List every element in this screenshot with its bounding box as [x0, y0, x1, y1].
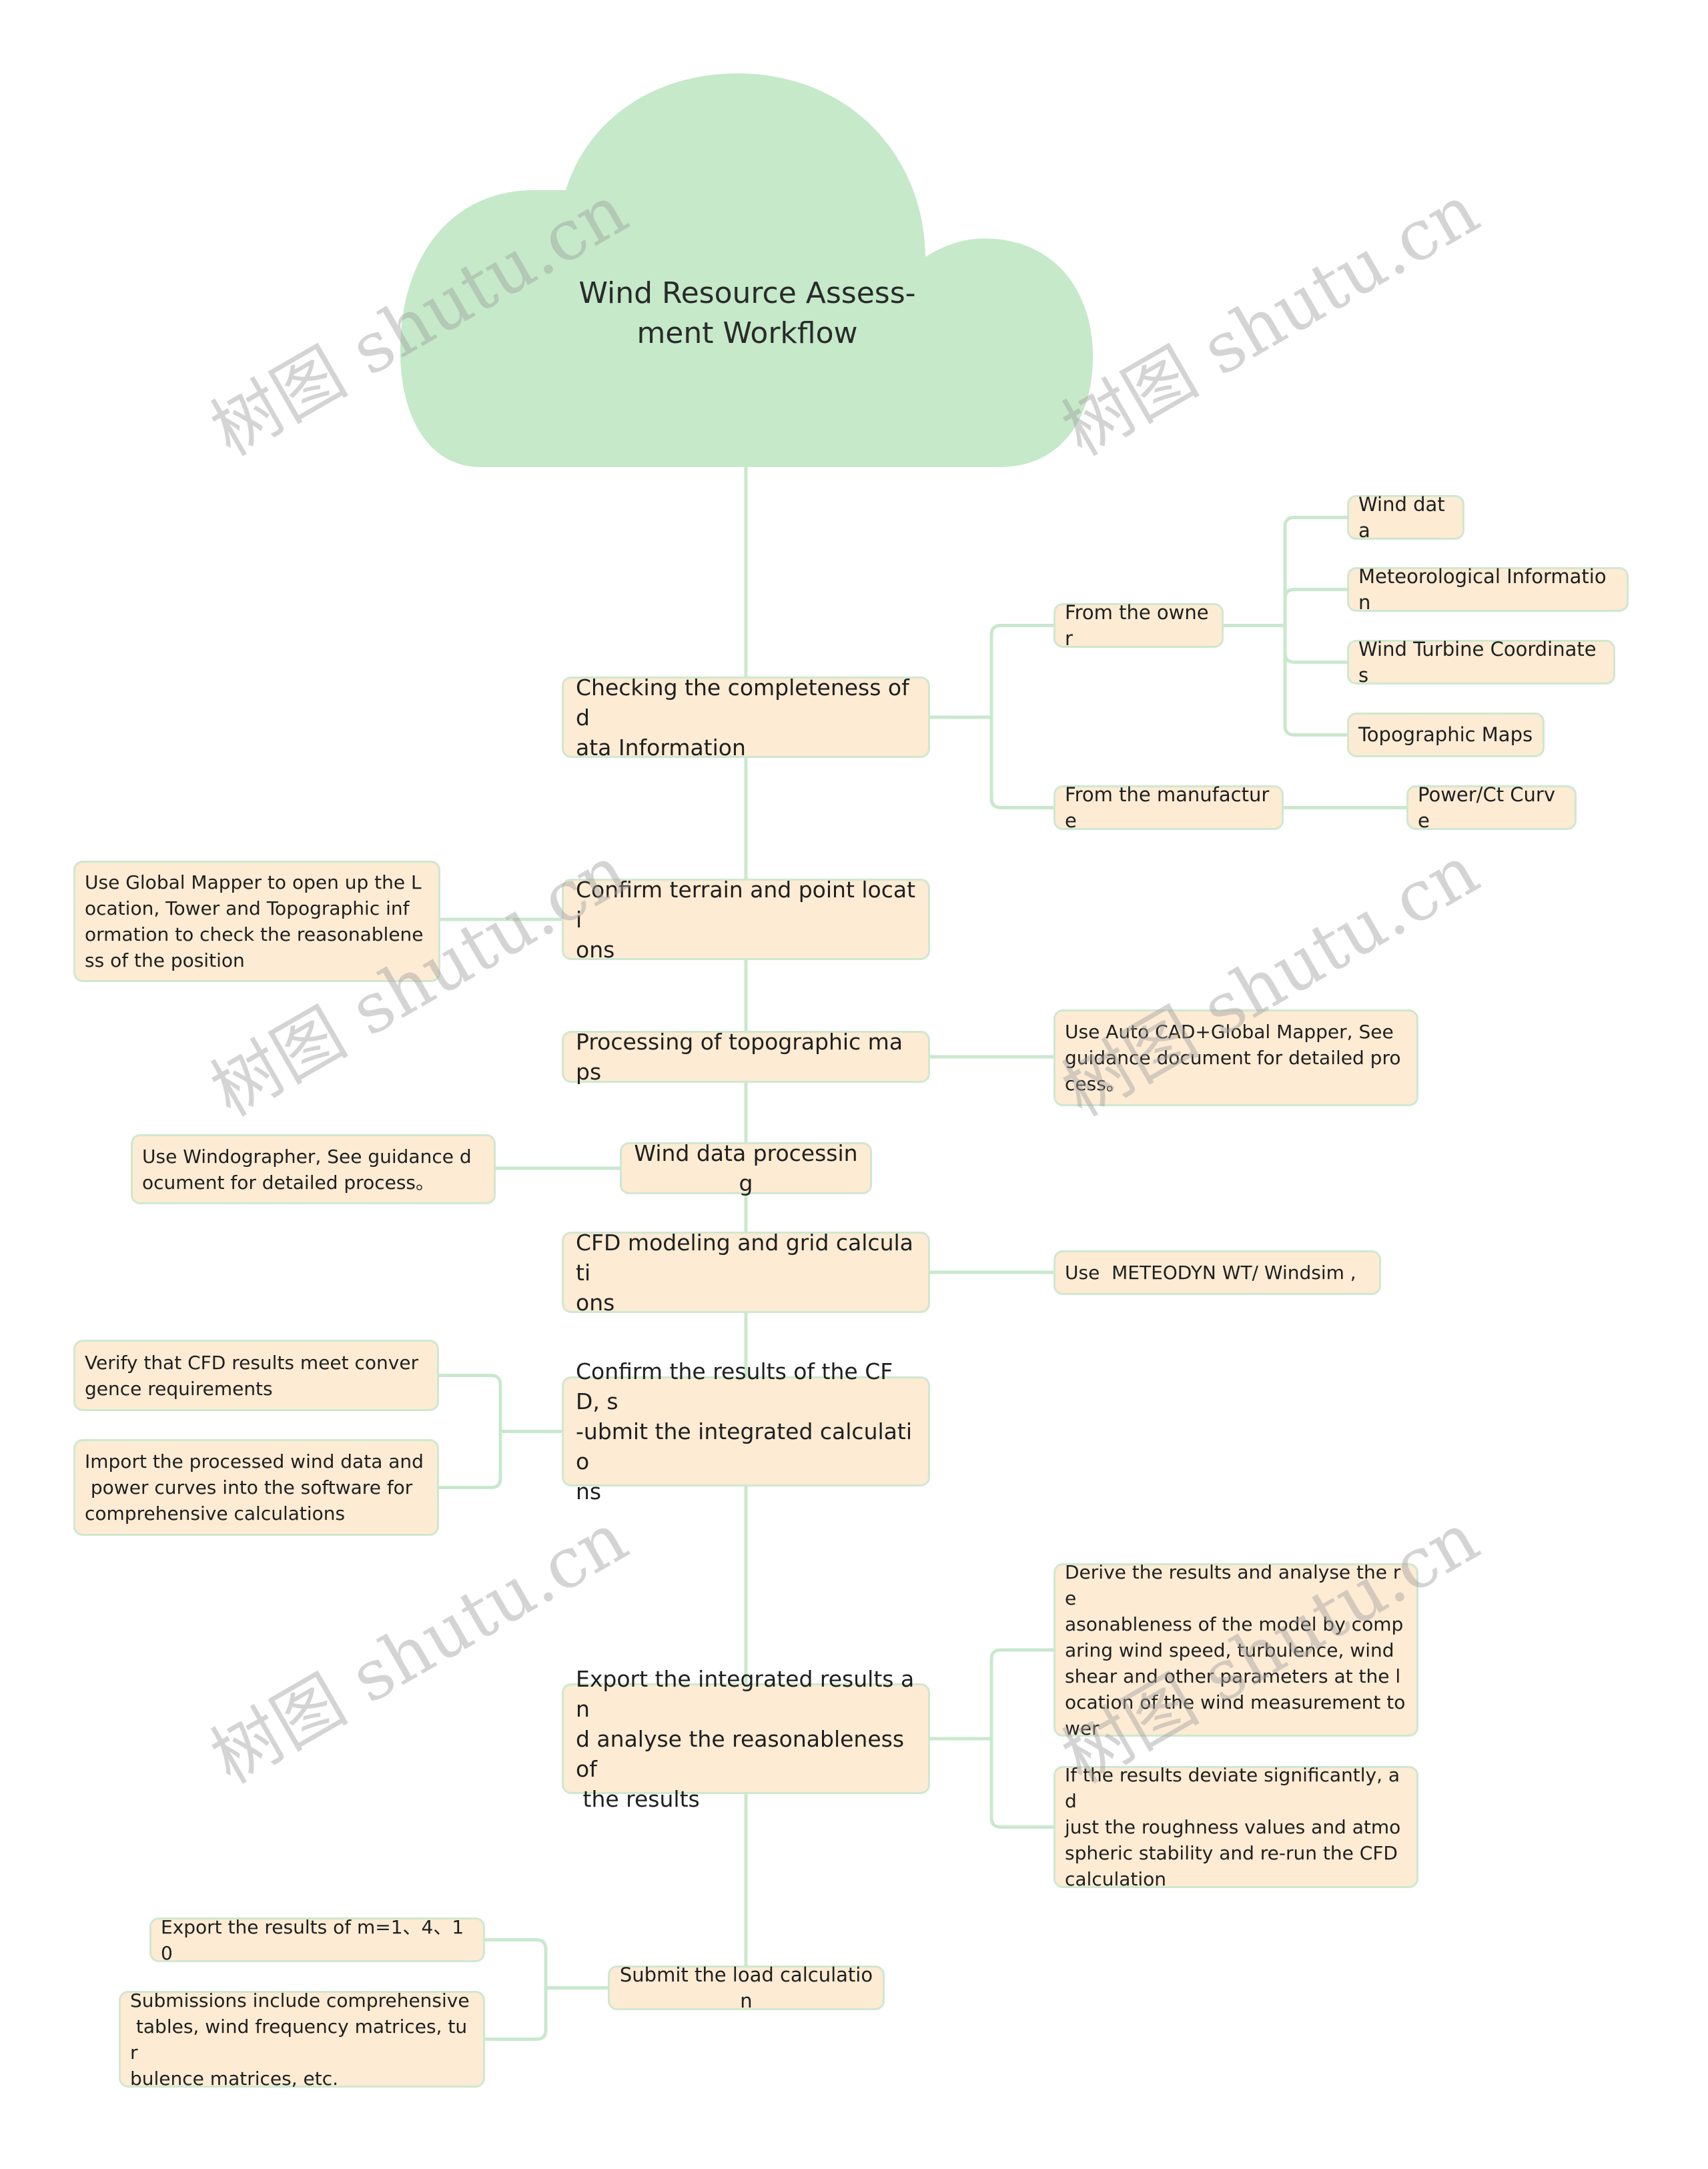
note-export-m-values[interactable]: Export the results of m=1、4、10: [149, 1916, 485, 1964]
step-processing-topo[interactable]: Processing of topographic maps: [562, 1029, 930, 1085]
leaf-topographic-maps[interactable]: Topographic Maps: [1347, 713, 1545, 757]
root-title: Wind Resource Assess- ment Workflow: [578, 276, 916, 350]
note-autocad-global-mapper[interactable]: Use Auto CAD+Global Mapper, See guidance…: [1053, 1009, 1418, 1106]
root-cloud: [400, 73, 1094, 467]
connector: [1283, 624, 1349, 664]
note-verify-convergence[interactable]: Verify that CFD results meet conver genc…: [73, 1340, 439, 1411]
step-submit-load[interactable]: Submit the load calculation: [608, 1964, 885, 2012]
note-global-mapper[interactable]: Use Global Mapper to open up the L ocati…: [73, 861, 440, 982]
step-wind-data-processing[interactable]: Wind data processing: [620, 1140, 872, 1196]
note-import-wind-data[interactable]: Import the processed wind data and power…: [73, 1439, 439, 1536]
note-submissions[interactable]: Submissions include comprehensive tables…: [119, 1990, 485, 2090]
branch-from-owner[interactable]: From the owner: [1053, 601, 1224, 650]
leaf-turbine-coordinates[interactable]: Wind Turbine Coordinates: [1347, 638, 1615, 687]
leaf-power-ct-curve[interactable]: Power/Ct Curve: [1406, 783, 1577, 832]
note-derive-results[interactable]: Derive the results and analyse the re as…: [1053, 1561, 1418, 1739]
connector: [989, 1648, 1055, 1741]
note-adjust-roughness[interactable]: If the results deviate significantly, ad…: [1053, 1764, 1418, 1890]
branch-from-manufacture[interactable]: From the manufacture: [1053, 783, 1284, 832]
connector: [437, 1374, 502, 1433]
leaf-wind-data[interactable]: Wind data: [1347, 493, 1464, 542]
connector: [1283, 588, 1349, 627]
step-checking-data[interactable]: Checking the completeness of d ata Infor…: [562, 675, 930, 761]
connector: [989, 1737, 1055, 1829]
step-confirm-terrain[interactable]: Confirm terrain and point locati ons: [562, 877, 930, 963]
connector: [483, 1986, 548, 2041]
step-cfd-modeling[interactable]: CFD modeling and grid calculati ons: [562, 1230, 930, 1316]
step-confirm-cfd[interactable]: Confirm the results of the CFD, s -ubmit…: [562, 1358, 930, 1504]
connector: [437, 1430, 502, 1489]
note-meteodyn-windsim[interactable]: Use METEODYN WT/ Windsim ,: [1053, 1250, 1381, 1295]
note-windographer[interactable]: Use Windographer, See guidance d ocument…: [131, 1134, 496, 1204]
connector: [989, 624, 1055, 719]
step-export-results[interactable]: Export the integrated results an d analy…: [562, 1666, 930, 1812]
connector: [483, 1938, 548, 1990]
connector: [989, 715, 1055, 809]
leaf-meteorological-info[interactable]: Meteorological Information: [1347, 565, 1629, 614]
connector: [1283, 516, 1349, 627]
connector: [1283, 624, 1349, 737]
